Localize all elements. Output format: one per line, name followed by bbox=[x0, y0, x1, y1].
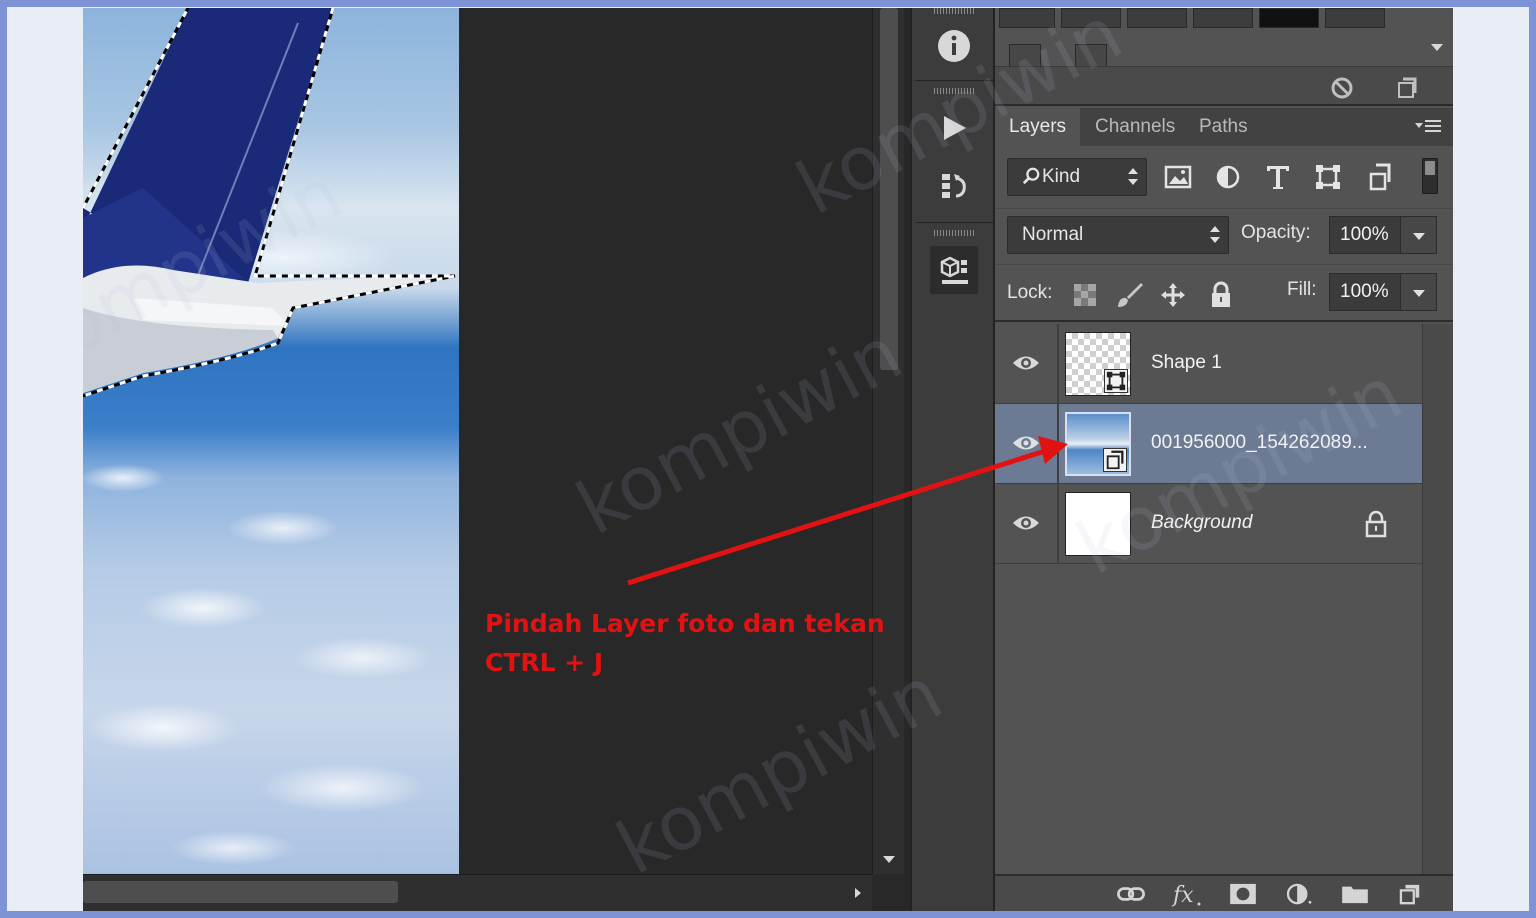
lock-all-icon[interactable] bbox=[1207, 281, 1235, 309]
blend-row: Normal Opacity: 100% bbox=[995, 208, 1453, 260]
3d-icon[interactable] bbox=[930, 246, 978, 294]
swatches-panel bbox=[995, 8, 1453, 66]
layer-name[interactable]: Shape 1 bbox=[1151, 352, 1222, 374]
photoshop-window: Layers Channels Paths Kind Normal Opacit… bbox=[83, 8, 1453, 911]
tab-channels[interactable]: Channels bbox=[1081, 108, 1189, 146]
airplane-tail-image bbox=[83, 8, 456, 398]
canvas-vertical-scrollbar[interactable] bbox=[872, 8, 904, 874]
panel-menu-icon[interactable] bbox=[1413, 116, 1443, 138]
filter-kind-label: Kind bbox=[1042, 166, 1081, 187]
mask-icon[interactable] bbox=[1227, 880, 1259, 908]
swatch[interactable] bbox=[1009, 44, 1041, 66]
shape-badge-icon bbox=[1104, 369, 1128, 393]
visibility-eye-icon[interactable] bbox=[1011, 352, 1041, 374]
filter-shape-icon[interactable] bbox=[1313, 162, 1343, 192]
right-panel: Layers Channels Paths Kind Normal Opacit… bbox=[995, 8, 1453, 911]
fill-input[interactable]: 100% bbox=[1329, 273, 1401, 311]
lock-position-icon[interactable] bbox=[1159, 281, 1187, 309]
filter-toggle[interactable] bbox=[1422, 158, 1438, 194]
no-icon[interactable] bbox=[1329, 75, 1355, 101]
horizontal-scroll-thumb[interactable] bbox=[83, 881, 398, 903]
tab-paths[interactable]: Paths bbox=[1185, 108, 1262, 146]
filter-type-icon[interactable] bbox=[1263, 162, 1293, 192]
opacity-input[interactable]: 100% bbox=[1329, 216, 1401, 254]
filter-adjustment-icon[interactable] bbox=[1213, 162, 1243, 192]
new-layer-icon[interactable] bbox=[1395, 880, 1427, 908]
filter-kind-select[interactable]: Kind bbox=[1007, 158, 1147, 196]
watermark-text: kompiwin bbox=[563, 310, 916, 552]
vertical-scroll-thumb[interactable] bbox=[880, 8, 898, 370]
layer-filter-row: Kind bbox=[995, 148, 1453, 204]
layer-row-background[interactable]: Background bbox=[995, 484, 1422, 564]
fx-icon[interactable]: fx bbox=[1171, 880, 1203, 908]
lock-row: Lock: Fill: 100% bbox=[995, 264, 1453, 322]
blend-mode-select[interactable]: Normal bbox=[1007, 216, 1229, 254]
search-icon bbox=[1022, 159, 1042, 195]
layer-thumbnail[interactable] bbox=[1065, 412, 1131, 476]
visibility-eye-icon[interactable] bbox=[1011, 432, 1041, 454]
canvas-horizontal-scrollbar[interactable] bbox=[83, 874, 872, 911]
scroll-down-arrow-icon[interactable] bbox=[883, 856, 895, 863]
adjustment-layer-icon[interactable] bbox=[1283, 880, 1315, 908]
dock-grip[interactable] bbox=[934, 230, 974, 236]
opacity-label: Opacity: bbox=[1241, 222, 1311, 243]
visibility-eye-icon[interactable] bbox=[1011, 512, 1041, 534]
dock-grip[interactable] bbox=[934, 8, 974, 14]
annotation-line-1: Pindah Layer foto dan tekan bbox=[485, 609, 885, 638]
layers-panel-tabs: Layers Channels Paths bbox=[995, 108, 1453, 146]
new-swatch-icon[interactable] bbox=[1393, 75, 1419, 101]
swatch-menu-arrow-icon[interactable] bbox=[1431, 44, 1443, 51]
layer-name[interactable]: 001956000_154262089... bbox=[1151, 432, 1368, 454]
swatch[interactable] bbox=[999, 8, 1055, 28]
info-icon[interactable] bbox=[930, 22, 978, 70]
swatch[interactable] bbox=[1325, 8, 1385, 28]
lock-label-text: Lock: bbox=[1007, 282, 1053, 303]
swatches-footer bbox=[995, 66, 1453, 106]
layer-thumbnail[interactable] bbox=[1065, 332, 1131, 396]
opacity-dropdown-icon[interactable] bbox=[1401, 216, 1437, 254]
swatch[interactable] bbox=[1193, 8, 1253, 28]
document-canvas[interactable] bbox=[83, 8, 459, 874]
layers-footer: fx bbox=[995, 874, 1453, 911]
swatch[interactable] bbox=[1075, 44, 1107, 66]
stepper-arrows-icon bbox=[1128, 168, 1138, 186]
layer-row-shape-1[interactable]: Shape 1 bbox=[995, 324, 1422, 404]
layer-row-photo[interactable]: 001956000_154262089... bbox=[995, 404, 1422, 484]
annotation-line-2: CTRL + J bbox=[485, 648, 604, 677]
blend-mode-value: Normal bbox=[1022, 224, 1084, 245]
filter-pixel-icon[interactable] bbox=[1163, 162, 1193, 192]
panel-dock-strip bbox=[910, 8, 995, 911]
swatch[interactable] bbox=[1259, 8, 1319, 28]
tab-layers[interactable]: Layers bbox=[995, 108, 1081, 146]
layers-scrollbar[interactable] bbox=[1422, 324, 1453, 874]
link-icon[interactable] bbox=[1115, 880, 1147, 908]
swatch[interactable] bbox=[1127, 8, 1187, 28]
filter-smart-object-icon[interactable] bbox=[1363, 162, 1393, 192]
history-icon[interactable] bbox=[930, 162, 978, 210]
svg-text:fx: fx bbox=[1171, 883, 1194, 908]
smart-object-badge-icon bbox=[1103, 448, 1127, 472]
dock-grip[interactable] bbox=[934, 88, 974, 94]
layer-thumbnail[interactable] bbox=[1065, 492, 1131, 556]
fill-dropdown-icon[interactable] bbox=[1401, 273, 1437, 311]
annotation-text: Pindah Layer foto dan tekan CTRL + J bbox=[485, 604, 885, 682]
lock-transparent-pixels-icon[interactable] bbox=[1071, 281, 1099, 309]
layer-lock-icon[interactable] bbox=[1363, 510, 1389, 538]
scroll-right-arrow-icon[interactable] bbox=[855, 888, 861, 898]
play-action-icon[interactable] bbox=[930, 104, 978, 152]
lock-image-pixels-icon[interactable] bbox=[1115, 281, 1143, 309]
folder-icon[interactable] bbox=[1339, 880, 1371, 908]
stepper-arrows-icon bbox=[1210, 226, 1220, 244]
layers-list: Shape 1 001956000_154262089... Backgroun… bbox=[995, 324, 1422, 874]
fill-label: Fill: bbox=[1287, 279, 1317, 300]
swatch[interactable] bbox=[1061, 8, 1121, 28]
layer-name[interactable]: Background bbox=[1151, 512, 1252, 534]
